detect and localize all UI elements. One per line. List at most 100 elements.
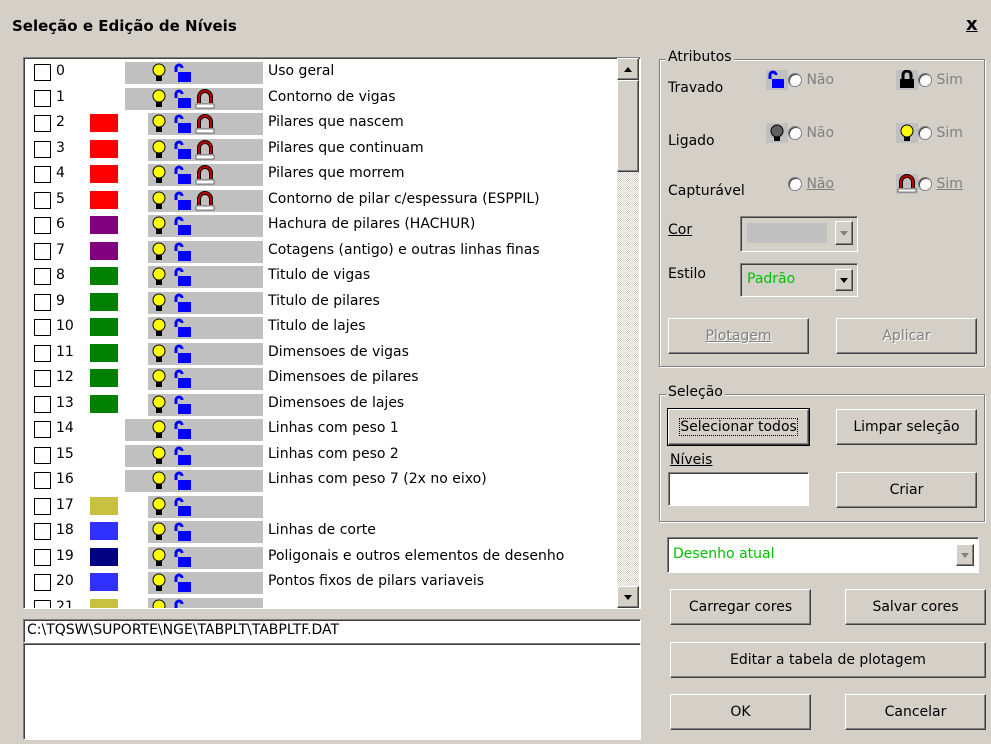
level-extra-cell[interactable] <box>217 597 240 608</box>
level-row[interactable]: 13 Dimensoes de lajes <box>24 392 614 418</box>
level-extra-cell[interactable] <box>217 495 240 518</box>
unlocked-icon[interactable] <box>171 291 194 314</box>
level-color-cell[interactable] <box>125 444 148 467</box>
level-checkbox[interactable] <box>34 115 51 132</box>
ligado-sim-option[interactable]: Sim <box>896 123 963 143</box>
level-extra-cell[interactable] <box>217 87 240 110</box>
level-extra-cell[interactable] <box>240 215 263 237</box>
level-extra-cell[interactable] <box>240 444 263 467</box>
unlocked-icon[interactable] <box>171 138 194 161</box>
ligado-nao-radio[interactable] <box>788 126 802 140</box>
bulb-icon[interactable] <box>148 572 171 594</box>
level-extra-cell[interactable] <box>217 393 240 416</box>
limpar-selecao-button[interactable]: Limpar seleção <box>836 409 977 445</box>
level-checkbox[interactable] <box>34 319 51 336</box>
level-checkbox[interactable] <box>34 472 51 489</box>
level-extra-cell[interactable] <box>240 240 263 263</box>
capturavel-sim-radio[interactable] <box>918 177 932 191</box>
level-row[interactable]: 16 Linhas com peso 7 (2x no eixo) <box>24 468 614 494</box>
level-extra-cell[interactable] <box>217 266 240 288</box>
level-checkbox[interactable] <box>34 395 51 413</box>
level-checkbox[interactable] <box>34 548 51 566</box>
level-extra-cell[interactable] <box>240 393 263 416</box>
level-row[interactable]: 1 Contorno de vigas <box>24 86 614 112</box>
level-checkbox[interactable] <box>34 344 51 362</box>
unlocked-icon[interactable] <box>171 317 194 339</box>
level-extra-cell[interactable] <box>217 521 240 543</box>
level-checkbox[interactable] <box>34 446 51 464</box>
level-empty-cell[interactable] <box>194 393 217 416</box>
level-color-cell[interactable] <box>125 470 148 492</box>
level-row[interactable]: 11 Dimensoes de vigas <box>24 341 614 367</box>
unlocked-icon[interactable] <box>171 87 194 110</box>
unlocked-icon[interactable] <box>171 215 194 237</box>
bulb-icon[interactable] <box>148 597 171 608</box>
level-extra-cell[interactable] <box>217 419 240 441</box>
level-row[interactable]: 5 Contorno de pilar c/espessura (ESPPIL) <box>24 188 614 214</box>
estilo-dropdown-button[interactable] <box>835 269 853 291</box>
level-color-swatch[interactable] <box>90 139 118 158</box>
level-extra-cell[interactable] <box>217 240 240 263</box>
salvar-cores-button[interactable]: Salvar cores <box>845 589 986 625</box>
bulb-icon[interactable] <box>148 215 171 237</box>
level-checkbox[interactable] <box>34 217 51 234</box>
level-extra-cell[interactable] <box>240 495 263 518</box>
level-extra-cell[interactable] <box>217 164 240 186</box>
close-button[interactable]: x <box>966 14 984 36</box>
level-extra-cell[interactable] <box>217 368 240 390</box>
level-extra-cell[interactable] <box>240 164 263 186</box>
bulb-icon[interactable] <box>148 444 171 467</box>
level-empty-cell[interactable] <box>194 342 217 365</box>
level-extra-cell[interactable] <box>240 266 263 288</box>
level-checkbox[interactable] <box>34 191 51 209</box>
level-extra-cell[interactable] <box>240 317 263 339</box>
description-area[interactable] <box>23 643 641 740</box>
level-checkbox[interactable] <box>34 523 51 540</box>
level-color-swatch[interactable] <box>90 292 118 311</box>
estilo-select[interactable]: Padrão <box>740 263 858 297</box>
bulb-icon[interactable] <box>148 164 171 186</box>
unlocked-icon[interactable] <box>171 342 194 365</box>
bulb-icon[interactable] <box>148 291 171 314</box>
level-empty-cell[interactable] <box>194 597 217 608</box>
level-row[interactable]: 2 Pilares que nascem <box>24 111 614 137</box>
level-extra-cell[interactable] <box>217 572 240 594</box>
bulb-icon[interactable] <box>148 368 171 390</box>
unlocked-icon[interactable] <box>171 393 194 416</box>
scroll-thumb[interactable] <box>617 80 639 172</box>
bulb-icon[interactable] <box>148 266 171 288</box>
level-extra-cell[interactable] <box>240 521 263 543</box>
capturavel-nao-option[interactable]: Não <box>788 176 834 192</box>
unlocked-icon[interactable] <box>171 521 194 543</box>
level-extra-cell[interactable] <box>240 419 263 441</box>
levels-list[interactable]: 0 Uso geral 1 Contorno de vigas 2 Pilares que… <box>23 57 641 609</box>
travado-sim-radio[interactable] <box>918 73 932 87</box>
unlocked-icon[interactable] <box>171 546 194 569</box>
level-checkbox[interactable] <box>34 64 51 81</box>
level-color-swatch[interactable] <box>90 216 118 234</box>
level-extra-cell[interactable] <box>217 317 240 339</box>
level-row[interactable]: 20 Pontos fixos de pilars variaveis <box>24 570 614 596</box>
unlocked-icon[interactable] <box>171 470 194 492</box>
level-extra-cell[interactable] <box>217 62 240 84</box>
niveis-input[interactable] <box>668 472 809 506</box>
level-extra-cell[interactable] <box>240 572 263 594</box>
magnet-icon[interactable] <box>194 138 217 161</box>
level-extra-cell[interactable] <box>217 444 240 467</box>
level-empty-cell[interactable] <box>194 470 217 492</box>
bulb-icon[interactable] <box>148 62 171 84</box>
level-color-swatch[interactable] <box>90 394 118 413</box>
plotagem-button[interactable]: Plotagem <box>668 318 809 354</box>
level-empty-cell[interactable] <box>194 572 217 594</box>
selecionar-todos-button[interactable]: Selecionar todos <box>667 408 810 446</box>
level-extra-cell[interactable] <box>240 342 263 365</box>
bulb-icon[interactable] <box>148 495 171 518</box>
level-row[interactable]: 8 Titulo de vigas <box>24 264 614 290</box>
unlocked-icon[interactable] <box>171 240 194 263</box>
ok-button[interactable]: OK <box>670 694 811 730</box>
scroll-up-button[interactable] <box>617 58 639 80</box>
level-empty-cell[interactable] <box>194 419 217 441</box>
level-checkbox[interactable] <box>34 421 51 438</box>
cancelar-button[interactable]: Cancelar <box>845 694 986 730</box>
level-extra-cell[interactable] <box>240 368 263 390</box>
